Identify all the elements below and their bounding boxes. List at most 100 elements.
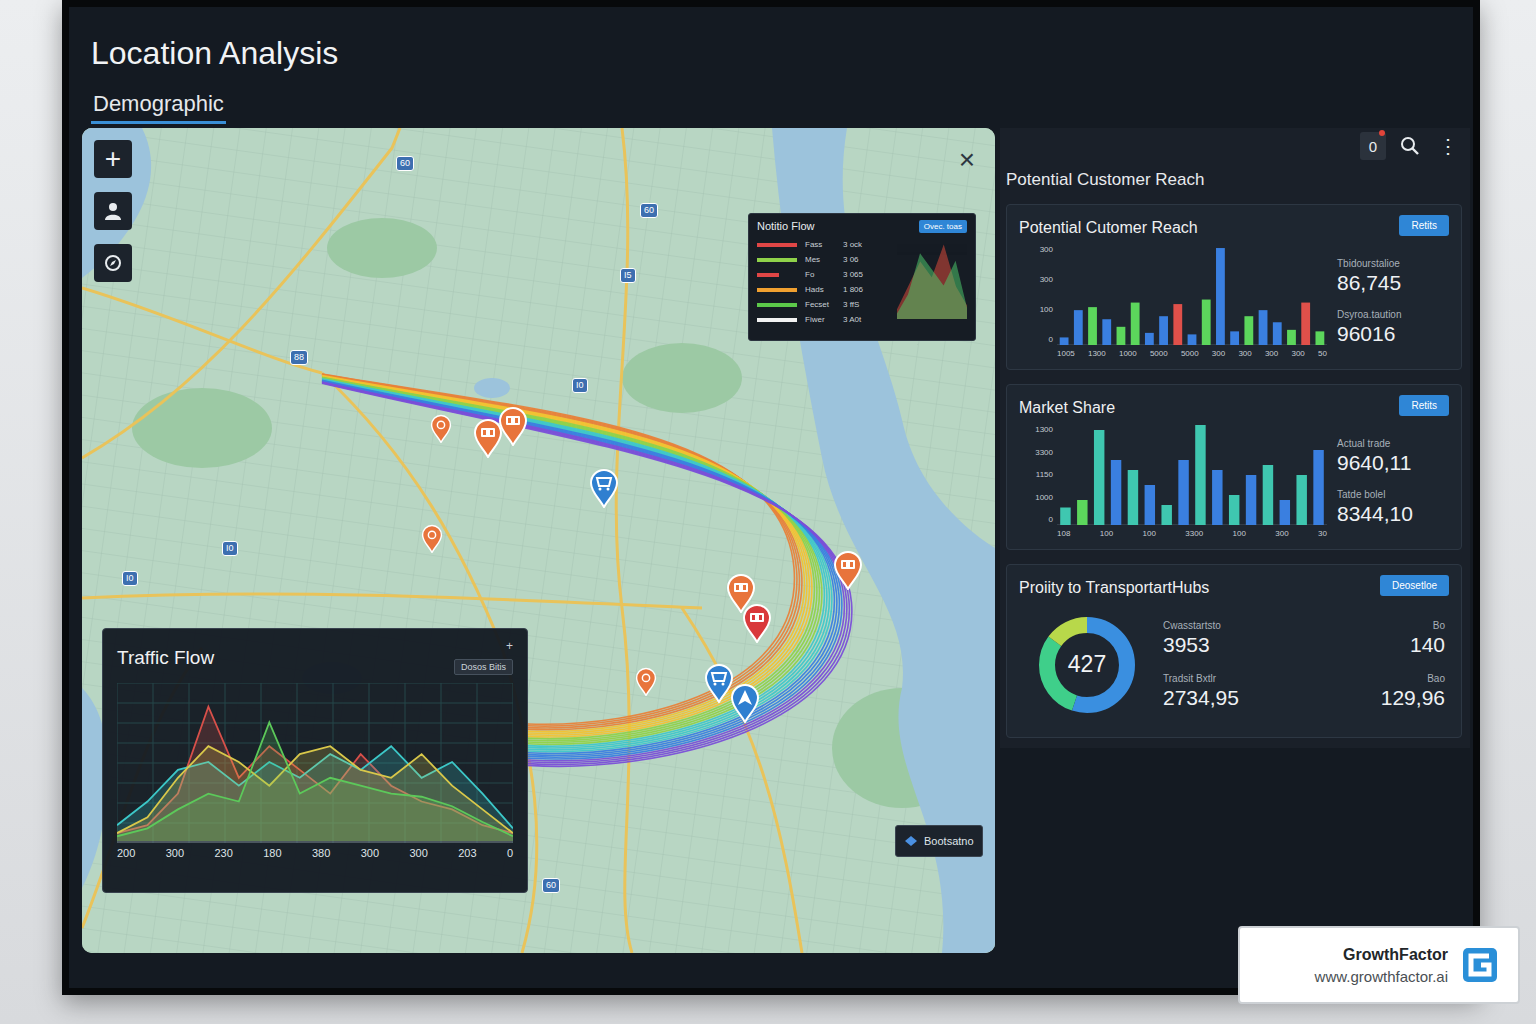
map-pin[interactable] xyxy=(833,550,863,590)
map-action-button[interactable]: Bootsatno xyxy=(895,825,983,857)
x-tick: 203 xyxy=(458,847,476,859)
notifications-button[interactable]: 0 xyxy=(1360,132,1386,160)
roads xyxy=(82,128,802,953)
bar[interactable] xyxy=(1074,310,1083,345)
close-button[interactable]: × xyxy=(955,146,979,174)
donut-value: 427 xyxy=(1035,651,1139,678)
card-button[interactable]: Retits xyxy=(1399,215,1449,236)
stat: Tbidourstalioe 86,745 xyxy=(1337,258,1449,295)
sidebar-title: Potential Customer Reach xyxy=(1006,170,1204,190)
stat: Dsyroa.taution 96016 xyxy=(1337,309,1449,346)
x-tick: 300 xyxy=(1265,349,1278,359)
map[interactable]: 886060I5I0I0I060 + × Notitio Flow Fass 3… xyxy=(82,128,995,953)
x-tick: 100 xyxy=(1143,529,1156,539)
card-button[interactable]: Deosetloe xyxy=(1380,575,1449,596)
bar[interactable] xyxy=(1117,327,1126,345)
bar[interactable] xyxy=(1287,330,1296,345)
bar[interactable] xyxy=(1077,500,1087,525)
x-tick: 1005 xyxy=(1057,349,1075,359)
x-tick: 30 xyxy=(1318,529,1327,539)
bar[interactable] xyxy=(1296,475,1306,525)
menu-button[interactable]: ⋮ xyxy=(1434,134,1462,158)
x-tick: 230 xyxy=(214,847,232,859)
bar[interactable] xyxy=(1161,505,1171,525)
traffic-button[interactable]: Dosos Bitis xyxy=(454,659,513,675)
y-tick: 300 xyxy=(1040,245,1053,255)
bar[interactable] xyxy=(1131,303,1140,345)
card-button[interactable]: Retits xyxy=(1399,395,1449,416)
bar[interactable] xyxy=(1280,500,1290,525)
bar[interactable] xyxy=(1188,334,1197,345)
bar[interactable] xyxy=(1195,425,1205,525)
search-icon[interactable] xyxy=(1400,136,1420,156)
bar[interactable] xyxy=(1273,322,1282,345)
map-pin[interactable] xyxy=(430,414,452,443)
person-icon xyxy=(103,201,123,221)
stat: Bo 140 xyxy=(1410,620,1445,657)
bar[interactable] xyxy=(1159,316,1168,345)
bar[interactable] xyxy=(1094,430,1104,525)
map-toolbar: + xyxy=(94,140,132,282)
map-pin[interactable] xyxy=(589,468,619,508)
stats: Tbidourstalioe 86,745 Dsyroa.taution 9601… xyxy=(1337,258,1449,346)
x-tick: 50 xyxy=(1318,349,1327,359)
bar[interactable] xyxy=(1060,337,1069,345)
map-pin[interactable] xyxy=(498,406,528,446)
food-pin-icon xyxy=(833,550,863,590)
bar[interactable] xyxy=(1111,460,1121,525)
bar[interactable] xyxy=(1145,333,1154,345)
bar[interactable] xyxy=(1060,508,1070,526)
bar[interactable] xyxy=(1145,485,1155,525)
bar[interactable] xyxy=(1202,300,1211,345)
bar[interactable] xyxy=(1301,303,1310,345)
bar[interactable] xyxy=(1178,460,1188,525)
brand-logo-icon xyxy=(1462,947,1498,983)
person-button[interactable] xyxy=(94,192,132,230)
legend-row: Fiwer 3 A0t xyxy=(757,314,891,326)
map-pin[interactable] xyxy=(742,603,772,643)
bar[interactable] xyxy=(1230,331,1239,345)
bar[interactable] xyxy=(1244,316,1253,345)
header: Location Analysis Demographic xyxy=(69,7,1473,124)
map-pin[interactable] xyxy=(421,524,443,553)
map-pin[interactable] xyxy=(473,418,503,458)
y-axis: 3003001000 xyxy=(1019,245,1053,345)
legend-button[interactable]: Ovec. toas xyxy=(919,220,967,233)
bar[interactable] xyxy=(1313,450,1323,525)
food-pin-icon xyxy=(498,406,528,446)
bar[interactable] xyxy=(1102,319,1111,345)
map-pin[interactable] xyxy=(635,667,657,696)
zoom-button[interactable]: + xyxy=(94,140,132,178)
bar[interactable] xyxy=(1173,304,1182,345)
bar[interactable] xyxy=(1216,248,1225,345)
nav-pin-icon xyxy=(730,683,760,723)
stat: Tradsit Bxtlr 2734,95 xyxy=(1163,673,1292,710)
x-axis: 1005130010005000500030030030030050 xyxy=(1057,349,1327,359)
x-tick: 180 xyxy=(263,847,281,859)
road-shield: 88 xyxy=(290,350,308,365)
reach-card: Potential Cutomer Reach Retits 300300100… xyxy=(1006,204,1462,370)
compass-button[interactable] xyxy=(94,244,132,282)
bar[interactable] xyxy=(1246,475,1256,525)
tab[interactable]: Demographic xyxy=(91,91,226,124)
pin-button[interactable]: + xyxy=(506,639,513,653)
bar[interactable] xyxy=(1259,310,1268,345)
map-pin[interactable] xyxy=(704,663,734,703)
map-pin[interactable] xyxy=(730,683,760,723)
water xyxy=(82,128,995,953)
brand-url[interactable]: www.growthfactor.ai xyxy=(1315,968,1448,985)
bar[interactable] xyxy=(1263,465,1273,525)
bar[interactable] xyxy=(1315,331,1324,345)
traffic-x-axis: 2003002301803803003002030 xyxy=(117,847,513,859)
legend-row: Hads 1 806 xyxy=(757,284,891,296)
legend-chart xyxy=(897,239,967,319)
bar[interactable] xyxy=(1229,495,1239,525)
x-tick: 380 xyxy=(312,847,330,859)
y-tick: 300 xyxy=(1040,275,1053,285)
bar[interactable] xyxy=(1212,470,1222,525)
flow-legend: Notitio Flow Fass 3 ock Mes 3 06 Fo 3 06… xyxy=(748,213,976,341)
x-tick: 200 xyxy=(117,847,135,859)
bar[interactable] xyxy=(1128,470,1138,525)
dot-pin-icon xyxy=(635,667,657,696)
bar[interactable] xyxy=(1088,307,1097,345)
